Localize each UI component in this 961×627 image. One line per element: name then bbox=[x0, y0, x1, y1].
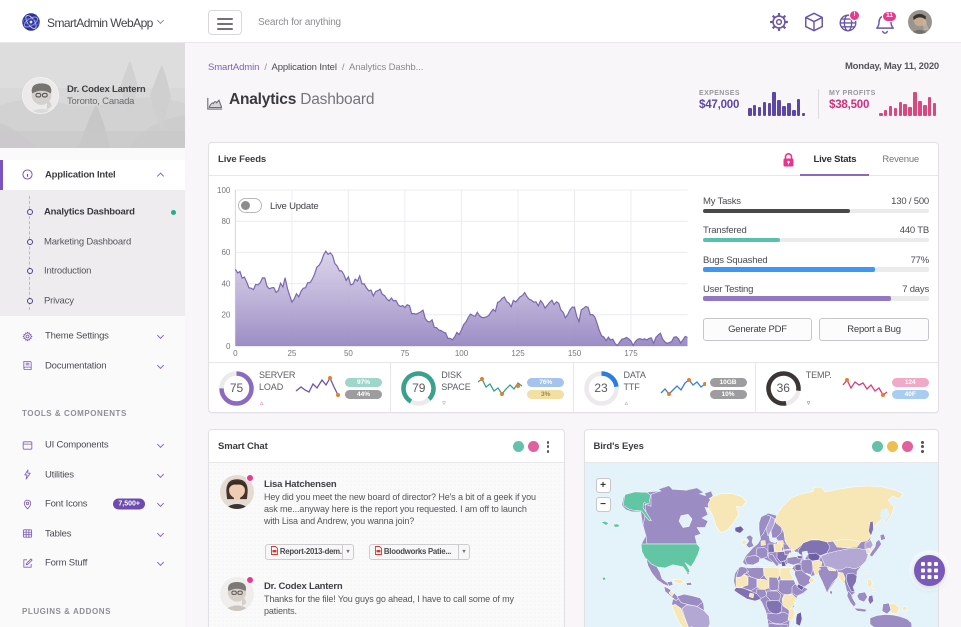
svg-text:80: 80 bbox=[221, 217, 230, 226]
svg-text:75: 75 bbox=[400, 349, 409, 358]
svg-text:40: 40 bbox=[221, 279, 230, 288]
svg-text:25: 25 bbox=[287, 349, 296, 358]
svg-text:100: 100 bbox=[455, 349, 469, 358]
svg-text:175: 175 bbox=[624, 349, 638, 358]
svg-text:0: 0 bbox=[226, 342, 231, 351]
svg-text:150: 150 bbox=[568, 349, 582, 358]
svg-text:20: 20 bbox=[221, 311, 230, 320]
svg-text:100: 100 bbox=[217, 186, 231, 195]
svg-text:0: 0 bbox=[233, 349, 238, 358]
svg-text:125: 125 bbox=[511, 349, 525, 358]
svg-text:50: 50 bbox=[344, 349, 353, 358]
svg-text:60: 60 bbox=[221, 248, 230, 257]
